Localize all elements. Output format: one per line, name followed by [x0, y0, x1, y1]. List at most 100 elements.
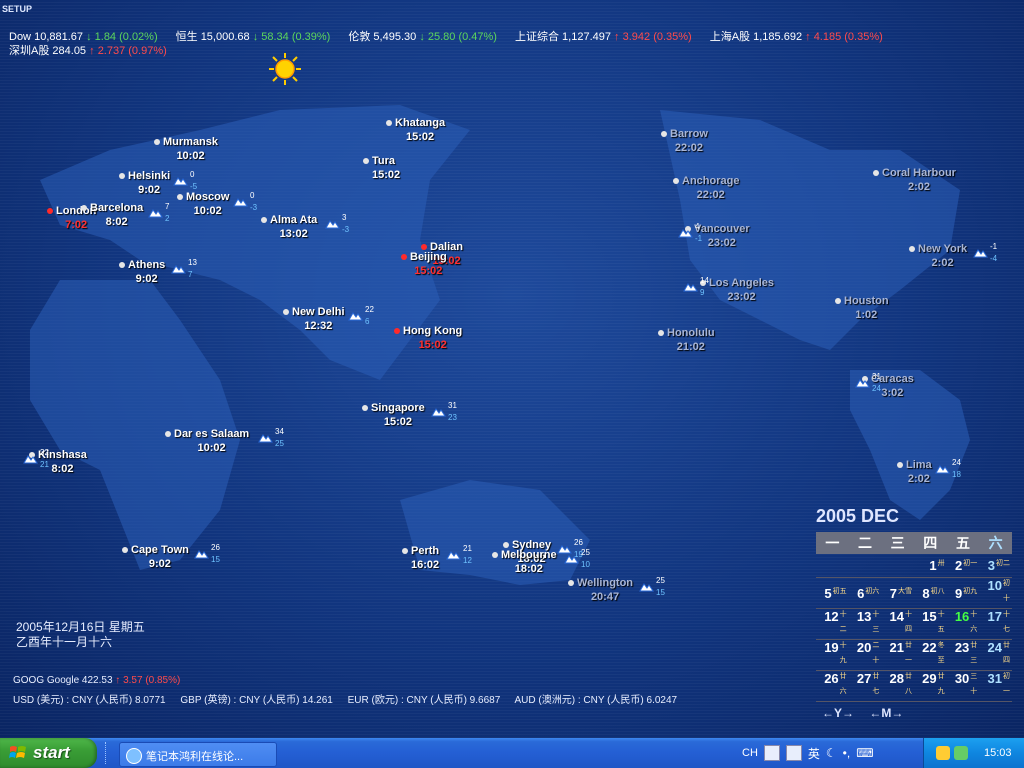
city-time: 22:02 [696, 189, 725, 201]
city-marker[interactable]: Tura 15:02 [363, 154, 401, 182]
lunar-day: 廿八 [904, 673, 912, 695]
weather-indicator: 26 15 [193, 543, 220, 564]
city-marker[interactable]: Moscow 10:02 [177, 190, 229, 218]
punctuation-icon[interactable]: •, [843, 746, 851, 760]
day-number: 23 [954, 640, 970, 655]
calendar-day[interactable]: 13十三 [848, 608, 882, 640]
city-time: 10:02 [197, 442, 226, 454]
day-number: 16 [954, 609, 970, 624]
ime-icon[interactable] [763, 745, 780, 761]
lunar-day: 大雪 [897, 587, 912, 595]
city-marker[interactable]: Cape Town 9:02 [122, 543, 189, 571]
city-dot [261, 217, 267, 223]
calendar-day[interactable]: 23廿三 [946, 639, 980, 671]
calendar-week: 25廿五26廿六27廿七28廿八29廿九30三十31初一 [816, 670, 1012, 702]
start-button[interactable]: start [0, 738, 97, 768]
city-dot [568, 580, 574, 586]
calendar-day[interactable]: 2初一 [946, 554, 980, 578]
calendar-day[interactable]: 17十七 [979, 608, 1012, 640]
calendar-day[interactable]: 19十九 [816, 639, 849, 671]
city-marker[interactable]: Singapore 15:02 [362, 401, 425, 429]
city-marker[interactable]: Anchorage 22:02 [673, 174, 739, 202]
calendar-day[interactable]: 12十二 [816, 608, 849, 640]
lunar-day: 廿三 [970, 642, 978, 664]
calendar-day[interactable]: 22冬至 [913, 639, 947, 671]
temp-low: -3 [342, 225, 350, 234]
calendar-day[interactable]: 9初九 [946, 577, 980, 609]
calendar-day[interactable]: 5初五 [816, 577, 849, 609]
city-dot [119, 173, 125, 179]
city-marker[interactable]: Athens 9:02 [119, 258, 165, 286]
calendar-day[interactable]: 24廿四 [979, 639, 1012, 671]
calendar-day[interactable]: 30三十 [946, 670, 980, 702]
calendar-day[interactable]: 6初六 [848, 577, 882, 609]
city-dot [283, 309, 289, 315]
softkeyboard-icon[interactable]: ⌨ [856, 746, 873, 760]
calendar-day[interactable]: 14十四 [881, 608, 914, 640]
setup-button[interactable]: SETUP [2, 4, 32, 14]
keyboard-icon[interactable] [785, 745, 802, 761]
city-marker[interactable]: Hong Kong 15:02 [394, 324, 462, 352]
city-marker[interactable]: Murmansk 10:02 [154, 135, 219, 163]
city-marker[interactable]: Helsinki 9:02 [119, 169, 170, 197]
weather-cloud-icon [855, 379, 870, 388]
city-time: 23:02 [727, 291, 756, 303]
ticker-arrow: ↑ [89, 45, 95, 57]
calendar-day[interactable]: 29廿九 [913, 670, 947, 702]
taskbar-window-button[interactable]: 笔记本鸿利在线论... [119, 742, 277, 767]
calendar-day[interactable]: 15十五 [913, 608, 947, 640]
calendar-day[interactable]: 27廿七 [848, 670, 882, 702]
month-nav-button[interactable]: ←M→ [869, 706, 903, 720]
calendar-day[interactable]: 10初十 [979, 577, 1012, 609]
city-marker[interactable]: Wellington 20:47 [568, 576, 633, 604]
temp-low: 15 [211, 555, 220, 564]
city-marker[interactable]: Dar es Salaam 10:02 [165, 427, 249, 455]
city-marker[interactable]: Perth 16:02 [402, 544, 440, 572]
city-marker[interactable]: Honolulu 21:02 [658, 326, 715, 354]
city-marker[interactable]: Los Angeles 23:02 [700, 276, 774, 304]
calendar-day[interactable]: 21廿一 [881, 639, 914, 671]
lunar-day: 初九 [963, 587, 978, 595]
ticker-item: Dow 10,881.67 ↓ 1.84 (0.02%) [9, 31, 158, 43]
temp-high: 31 [448, 401, 457, 410]
city-time: 15:02 [372, 169, 401, 181]
city-marker[interactable]: Melbourne 18:02 [492, 548, 557, 576]
calendar-day[interactable]: 28廿八 [881, 670, 914, 702]
calendar-day[interactable]: 26廿六 [816, 670, 849, 702]
city-marker[interactable]: Houston 1:02 [835, 294, 889, 322]
city-marker[interactable]: Khatanga 15:02 [386, 116, 445, 144]
weather-indicator: 25 15 [638, 576, 665, 597]
city-marker[interactable]: Barrow 22:02 [661, 127, 708, 155]
qq-icon[interactable] [936, 746, 950, 760]
ticker-value: 1,127.497 [562, 31, 611, 43]
goog-quote: GOOG Google 422.53 ↑ 3.57 (0.85%) [13, 675, 180, 686]
lunar-day: 初一 [963, 560, 978, 567]
calendar-day[interactable]: 3初二 [979, 554, 1012, 578]
city-marker[interactable]: Beijing 15:02 [401, 250, 447, 278]
year-nav-button[interactable]: ←Y→ [822, 706, 854, 720]
temp-high: 21 [463, 544, 472, 553]
fx-gbp: GBP (英镑) : CNY (人民币) 14.261 [180, 695, 333, 706]
weather-cloud-icon [935, 465, 950, 474]
city-marker[interactable]: Barcelona 8:02 [81, 201, 143, 229]
calendar-day[interactable]: 16十六 [946, 608, 980, 640]
city-marker[interactable]: Lima 2:02 [897, 458, 932, 486]
city-time: 16:02 [411, 559, 440, 571]
city-marker[interactable]: Coral Harbour 2:02 [873, 166, 956, 194]
language-code[interactable]: CH [742, 747, 758, 759]
network-icon[interactable] [954, 746, 968, 760]
city-marker[interactable]: Vancouver 23:02 [685, 222, 750, 250]
calendar-day[interactable]: 7大雪 [881, 577, 914, 609]
calendar-day[interactable]: 1卅 [913, 554, 947, 578]
city-marker[interactable]: Alma Ata 13:02 [261, 213, 317, 241]
city-name: Murmansk [163, 136, 219, 148]
windows-logo-icon [9, 746, 26, 758]
calendar-day[interactable]: 31初一 [979, 670, 1012, 702]
temp-high: 34 [275, 427, 284, 436]
ime-mode-label[interactable]: 英 [808, 745, 820, 762]
city-marker[interactable]: New York 2:02 [909, 242, 967, 270]
calendar-day[interactable]: 20二十 [848, 639, 882, 671]
moon-icon[interactable]: ☾ [826, 746, 837, 760]
city-marker[interactable]: New Delhi 12:32 [283, 305, 345, 333]
calendar-day[interactable]: 8初八 [913, 577, 947, 609]
